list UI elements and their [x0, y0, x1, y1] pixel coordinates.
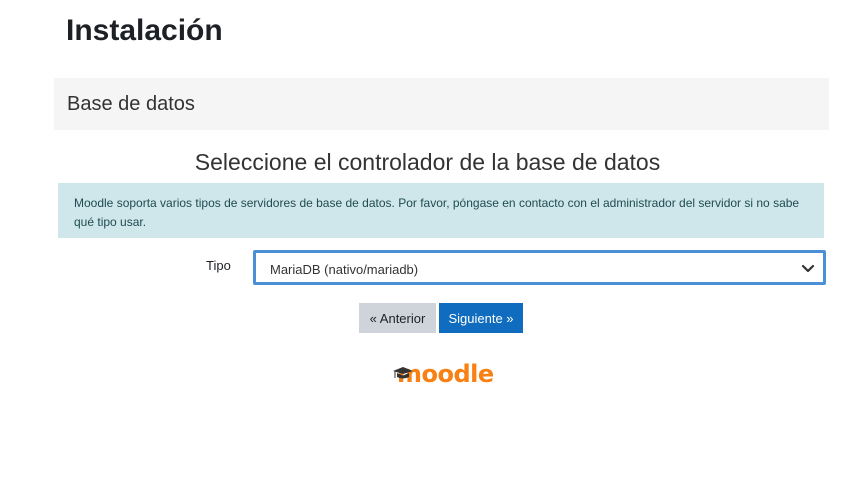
graduation-cap-icon: [393, 367, 413, 379]
info-alert: Moodle soporta varios tipos de servidore…: [58, 183, 824, 238]
previous-button[interactable]: « Anterior: [359, 303, 436, 333]
section-title: Base de datos: [67, 93, 195, 115]
type-label: Tipo: [206, 258, 231, 273]
info-alert-text: Moodle soporta varios tipos de servidore…: [74, 196, 800, 229]
chevron-down-icon: [801, 264, 815, 273]
page-title: Instalación: [66, 14, 223, 47]
stage-heading: Seleccione el controlador de la base de …: [194, 149, 661, 175]
moodle-logo: moodle: [393, 360, 494, 390]
database-type-select[interactable]: MariaDB (nativo/mariadb): [253, 250, 826, 285]
database-type-selected-value: MariaDB (nativo/mariadb): [270, 262, 419, 277]
section-header: Base de datos: [54, 78, 829, 130]
next-button[interactable]: Siguiente »: [439, 303, 523, 333]
